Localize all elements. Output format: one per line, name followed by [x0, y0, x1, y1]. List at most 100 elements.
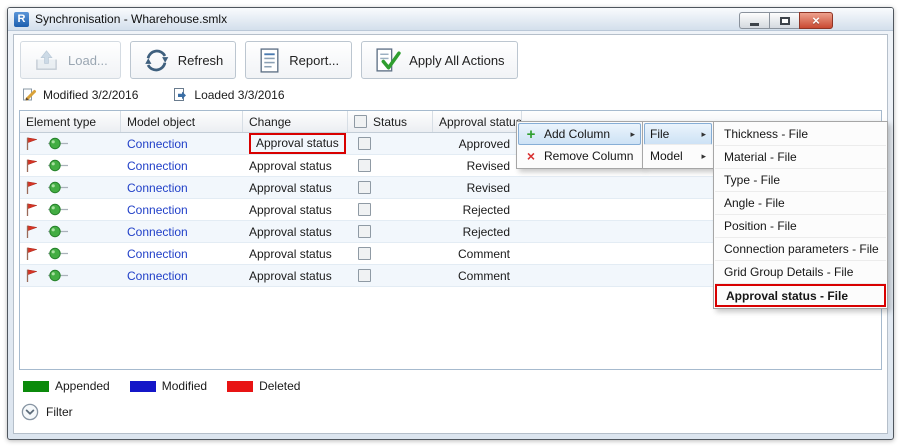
apply-all-actions-label: Apply All Actions: [409, 52, 505, 68]
change-cell: Approval status: [249, 180, 332, 195]
flag-icon: [26, 247, 38, 260]
status-checkbox[interactable]: [358, 203, 371, 216]
apply-all-actions-button[interactable]: Apply All Actions: [361, 41, 518, 79]
flag-icon: [26, 269, 38, 282]
status-checkbox[interactable]: [358, 269, 371, 282]
connection-icon: [48, 269, 68, 282]
menu-item-type-file[interactable]: Type - File: [715, 169, 886, 192]
change-cell: Approval status: [249, 268, 332, 283]
loaded-info: Loaded 3/3/2016: [172, 87, 285, 102]
filter-label[interactable]: Filter: [46, 405, 73, 419]
model-object-link[interactable]: Connection: [127, 137, 188, 151]
menu-item-material-file[interactable]: Material - File: [715, 146, 886, 169]
legend-deleted-label: Deleted: [259, 379, 301, 393]
menu-item-file[interactable]: File ▸: [644, 123, 712, 145]
menu-item-model[interactable]: Model ▸: [644, 145, 712, 167]
flag-icon: [26, 137, 38, 150]
model-object-link[interactable]: Connection: [127, 159, 188, 173]
add-column-plus-icon: +: [526, 125, 536, 143]
connection-icon: [48, 225, 68, 238]
approval-cell: Revised: [466, 180, 510, 195]
modified-swatch: [129, 380, 156, 392]
connection-icon: [48, 203, 68, 216]
change-cell: Approval status: [249, 224, 332, 239]
header-model-object[interactable]: Model object: [121, 111, 243, 132]
sync-window: R Synchronisation - Wharehouse.smlx × Lo…: [7, 7, 894, 440]
refresh-button-label: Refresh: [177, 52, 224, 68]
load-button[interactable]: Load...: [20, 41, 121, 79]
menu-item-position-file[interactable]: Position - File: [715, 215, 886, 238]
change-cell: Approval status: [249, 158, 332, 173]
filter-bar: Filter: [19, 396, 882, 428]
load-button-label: Load...: [68, 52, 108, 68]
info-bar: Modified 3/2/2016 Loaded 3/3/2016: [19, 86, 882, 110]
remove-column-label: Remove Column: [544, 149, 634, 163]
deleted-swatch: [227, 380, 254, 392]
toolbar: Load... Refresh Report... Apply All Acti…: [19, 39, 882, 86]
source-submenu: File ▸ Model ▸: [642, 121, 714, 169]
model-object-link[interactable]: Connection: [127, 203, 188, 217]
status-select-all-checkbox[interactable]: [354, 115, 367, 128]
loaded-file-icon: [174, 88, 187, 101]
approval-cell: Rejected: [462, 224, 510, 239]
submenu-arrow-icon: ▸: [701, 150, 706, 161]
menu-item-grid-group-details-file[interactable]: Grid Group Details - File: [715, 261, 886, 284]
add-column-label: Add Column: [544, 127, 611, 141]
header-element-type[interactable]: Element type: [20, 111, 121, 132]
status-checkbox[interactable]: [358, 225, 371, 238]
close-icon: ×: [812, 13, 820, 28]
model-label: Model: [650, 149, 683, 163]
connection-icon: [48, 181, 68, 194]
window-controls: ×: [739, 12, 833, 29]
status-checkbox[interactable]: [358, 181, 371, 194]
header-change[interactable]: Change: [243, 111, 348, 132]
status-checkbox[interactable]: [358, 247, 371, 260]
flag-icon: [26, 181, 38, 194]
refresh-button[interactable]: Refresh: [129, 41, 237, 79]
status-checkbox[interactable]: [358, 137, 371, 150]
filter-expander-icon[interactable]: [21, 403, 39, 421]
minimize-button[interactable]: [739, 12, 769, 29]
menu-item-thickness-file[interactable]: Thickness - File: [715, 123, 886, 146]
report-button-label: Report...: [289, 52, 340, 68]
connection-icon: [48, 159, 68, 172]
status-checkbox[interactable]: [358, 159, 371, 172]
menu-item-connection-parameters-file[interactable]: Connection parameters - File: [715, 238, 886, 261]
flag-icon: [26, 159, 38, 172]
header-approval-status[interactable]: Approval status: [433, 111, 522, 132]
context-menu: + Add Column ▸ × Remove Column: [516, 121, 643, 169]
approval-cell: Revised: [466, 158, 510, 173]
load-icon: [36, 49, 57, 70]
legend-item-appended: Appended: [23, 379, 110, 393]
submenu-arrow-icon: ▸: [630, 128, 635, 139]
loaded-date: Loaded 3/3/2016: [194, 87, 285, 102]
change-cell: Approval status: [249, 202, 332, 217]
model-object-link[interactable]: Connection: [127, 225, 188, 239]
header-status[interactable]: Status: [348, 111, 433, 132]
header-status-label: Status: [373, 114, 408, 129]
model-object-link[interactable]: Connection: [127, 269, 188, 283]
change-cell-annotated: Approval status: [249, 133, 346, 154]
report-button[interactable]: Report...: [245, 41, 353, 79]
menu-item-approval-status-file[interactable]: Approval status - File: [715, 284, 886, 307]
model-object-link[interactable]: Connection: [127, 181, 188, 195]
minimize-icon: [750, 22, 759, 26]
file-label: File: [650, 127, 670, 141]
modified-date: Modified 3/2/2016: [43, 87, 139, 102]
approval-cell: Comment: [457, 268, 510, 283]
close-button[interactable]: ×: [799, 12, 833, 29]
approval-cell: Comment: [457, 246, 510, 261]
connection-icon: [48, 137, 68, 150]
app-logo-icon: R: [14, 11, 29, 27]
menu-item-angle-file[interactable]: Angle - File: [715, 192, 886, 215]
change-cell: Approval status: [249, 246, 332, 261]
titlebar[interactable]: R Synchronisation - Wharehouse.smlx ×: [8, 8, 893, 31]
appended-swatch: [23, 380, 49, 392]
menu-item-add-column[interactable]: + Add Column ▸: [518, 123, 641, 145]
maximize-button[interactable]: [769, 12, 799, 29]
model-object-link[interactable]: Connection: [127, 247, 188, 261]
menu-item-remove-column[interactable]: × Remove Column: [518, 145, 641, 167]
window-title: Synchronisation - Wharehouse.smlx: [35, 12, 228, 26]
modified-pencil-icon: [23, 88, 36, 101]
report-icon: [260, 47, 279, 73]
